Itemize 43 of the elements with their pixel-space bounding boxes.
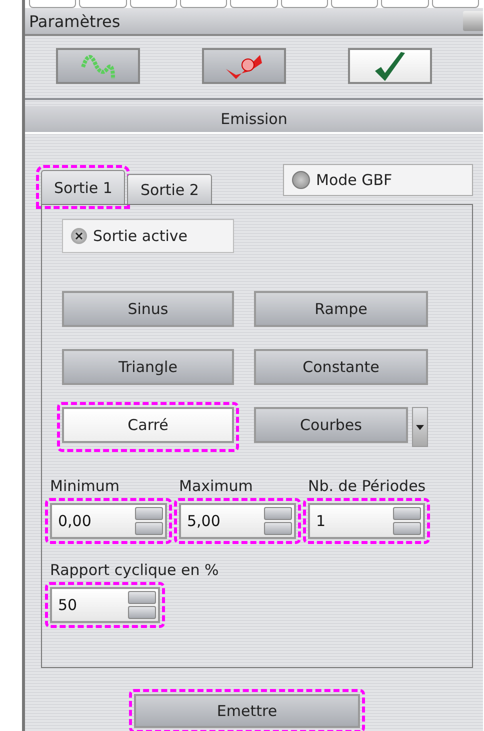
radio-button[interactable] xyxy=(292,171,310,189)
waveform-button[interactable]: Courbes xyxy=(254,407,408,443)
field-label: Rapport cyclique en % xyxy=(50,561,220,579)
waveform-button[interactable]: Triangle xyxy=(62,349,234,385)
spin-up-button[interactable] xyxy=(135,507,163,520)
toolbar-button[interactable] xyxy=(202,48,286,84)
number-field[interactable]: 50 xyxy=(52,589,126,621)
waveform-button[interactable]: Carré xyxy=(62,407,234,443)
checkmark-icon xyxy=(373,51,407,81)
spin-down-button[interactable] xyxy=(128,606,156,619)
spin-down-button[interactable] xyxy=(135,522,163,535)
spin-up-button[interactable] xyxy=(128,591,156,604)
spin-down-button[interactable] xyxy=(393,522,421,535)
checkbox-option[interactable]: Sortie active xyxy=(62,219,234,253)
x-icon xyxy=(75,232,83,240)
waveform-button[interactable]: Sinus xyxy=(62,291,234,327)
checkbox[interactable] xyxy=(71,228,87,244)
toolbar-button[interactable] xyxy=(348,48,432,84)
field-label: Nb. de Périodes xyxy=(308,477,425,495)
section-header: Emission xyxy=(25,106,483,134)
spin-field[interactable]: 1 xyxy=(308,503,425,539)
waveform-button[interactable]: Rampe xyxy=(254,291,428,327)
number-field[interactable]: 1 xyxy=(310,505,391,537)
spin-up-button[interactable] xyxy=(393,507,421,520)
number-field[interactable]: 5,00 xyxy=(181,505,262,537)
mode-radio[interactable]: Mode GBF xyxy=(283,164,473,196)
spin-down-button[interactable] xyxy=(264,522,292,535)
spin-field[interactable]: 0,00 xyxy=(50,503,167,539)
window-title: Paramètres xyxy=(29,12,120,30)
field-label: Minimum xyxy=(50,477,121,495)
spin-up-button[interactable] xyxy=(264,507,292,520)
emit-button[interactable]: Emettre xyxy=(134,694,360,728)
waveform-button[interactable]: Constante xyxy=(254,349,428,385)
spin-field[interactable]: 5,00 xyxy=(179,503,296,539)
radio-label: Mode GBF xyxy=(316,171,392,189)
tab[interactable]: Sortie 2 xyxy=(127,174,212,204)
number-field[interactable]: 0,00 xyxy=(52,505,133,537)
dropdown-button[interactable] xyxy=(412,407,428,447)
spin-field[interactable]: 50 xyxy=(50,587,160,623)
title-bar-button[interactable] xyxy=(463,11,483,31)
field-label: Maximum xyxy=(179,477,254,495)
caret-icon xyxy=(416,424,424,430)
checkbox-label: Sortie active xyxy=(93,227,188,245)
